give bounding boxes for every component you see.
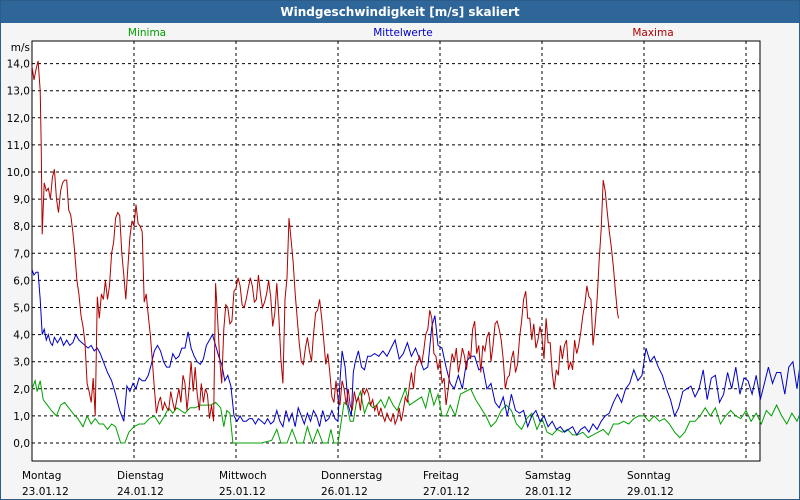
- y-tick-label: 10,0: [7, 167, 30, 179]
- x-tick-weekday: Mittwoch: [219, 470, 267, 482]
- legend-maxima: Maxima: [632, 27, 673, 39]
- x-axis: Montag 23.01.12 Dienstag 24.01.12 Mittwoch 25…: [22, 470, 674, 498]
- x-tick-weekday: Samstag: [525, 470, 571, 482]
- y-tick-label: 4,0: [13, 330, 30, 342]
- y-tick-label: 2,0: [13, 384, 30, 396]
- y-tick-label: 11,0: [7, 140, 30, 152]
- x-tick-date: 24.01.12: [117, 486, 164, 498]
- x-tick-weekday: Montag: [22, 470, 61, 482]
- y-axis-label: m/s: [11, 42, 30, 54]
- y-axis: 14,0 13,0 12,0 11,0 10,0 9,0 8,0 7,0 6,0 5,0 4,0 3,…: [7, 59, 30, 450]
- x-tick-date: 26.01.12: [321, 486, 368, 498]
- x-tick-date: 25.01.12: [219, 486, 266, 498]
- y-tick-label: 6,0: [13, 275, 30, 287]
- chart-window: Windgeschwindigkeit [m/s] skaliert 14,0 1…: [0, 0, 800, 500]
- y-tick-label: 14,0: [7, 59, 30, 71]
- y-tick-label: 8,0: [13, 221, 30, 233]
- x-tick-date: 29.01.12: [627, 486, 674, 498]
- y-tick-label: 1,0: [13, 411, 30, 423]
- y-tick-label: 13,0: [7, 86, 30, 98]
- legend-mittelwerte: Mittelwerte: [373, 27, 433, 39]
- plot-area: [31, 40, 761, 462]
- y-tick-label: 5,0: [13, 303, 30, 315]
- y-tick-label: 12,0: [7, 113, 30, 125]
- x-tick-weekday: Donnerstag: [321, 470, 382, 482]
- legend-minima: Minima: [128, 27, 166, 39]
- x-tick-weekday: Sonntag: [627, 470, 671, 482]
- x-tick-weekday: Dienstag: [117, 470, 164, 482]
- x-tick-weekday: Freitag: [423, 470, 459, 482]
- x-tick-date: 27.01.12: [423, 486, 470, 498]
- y-tick-label: 7,0: [13, 248, 30, 260]
- y-tick-label: 0,0: [13, 438, 30, 450]
- x-tick-date: 23.01.12: [22, 486, 69, 498]
- chart: 14,0 13,0 12,0 11,0 10,0 9,0 8,0 7,0 6,0 5,0 4,0 3,…: [7, 27, 799, 498]
- y-tick-label: 9,0: [13, 194, 30, 206]
- y-tick-label: 3,0: [13, 357, 30, 369]
- x-tick-date: 28.01.12: [525, 486, 572, 498]
